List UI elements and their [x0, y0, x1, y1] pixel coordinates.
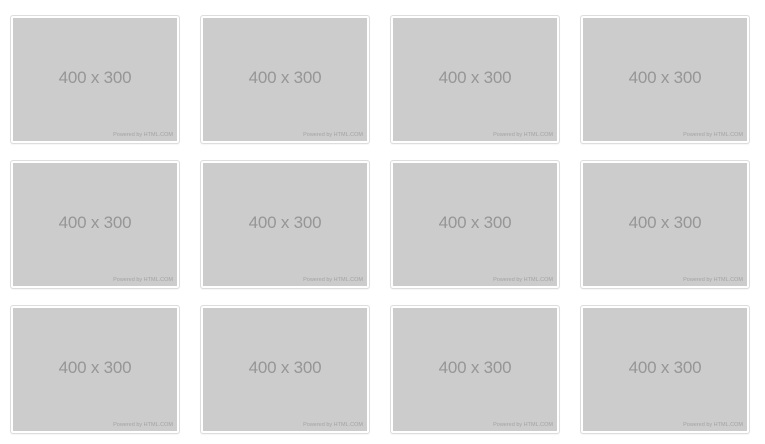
powered-by-credit: Powered by HTML.COM [493, 132, 553, 138]
thumbnail[interactable]: 400 x 300 Powered by HTML.COM [10, 160, 180, 289]
placeholder-image: 400 x 300 Powered by HTML.COM [393, 163, 557, 286]
powered-by-credit: Powered by HTML.COM [113, 132, 173, 138]
thumbnail[interactable]: 400 x 300 Powered by HTML.COM [390, 305, 560, 434]
thumbnail[interactable]: 400 x 300 Powered by HTML.COM [390, 15, 560, 144]
placeholder-image: 400 x 300 Powered by HTML.COM [583, 18, 747, 141]
placeholder-image: 400 x 300 Powered by HTML.COM [583, 308, 747, 431]
thumbnail[interactable]: 400 x 300 Powered by HTML.COM [580, 305, 750, 434]
image-size-label: 400 x 300 [628, 357, 702, 377]
placeholder-image: 400 x 300 Powered by HTML.COM [13, 163, 177, 286]
placeholder-image: 400 x 300 Powered by HTML.COM [203, 308, 367, 431]
image-size-label: 400 x 300 [58, 67, 132, 87]
powered-by-credit: Powered by HTML.COM [493, 277, 553, 283]
thumbnail[interactable]: 400 x 300 Powered by HTML.COM [200, 15, 370, 144]
image-size-label: 400 x 300 [58, 357, 132, 377]
placeholder-image: 400 x 300 Powered by HTML.COM [203, 163, 367, 286]
image-size-label: 400 x 300 [628, 67, 702, 87]
placeholder-image: 400 x 300 Powered by HTML.COM [393, 18, 557, 141]
thumbnail[interactable]: 400 x 300 Powered by HTML.COM [10, 15, 180, 144]
thumbnail[interactable]: 400 x 300 Powered by HTML.COM [580, 15, 750, 144]
placeholder-image: 400 x 300 Powered by HTML.COM [393, 308, 557, 431]
powered-by-credit: Powered by HTML.COM [493, 422, 553, 428]
powered-by-credit: Powered by HTML.COM [113, 277, 173, 283]
powered-by-credit: Powered by HTML.COM [303, 132, 363, 138]
image-size-label: 400 x 300 [248, 212, 322, 232]
thumbnail-gallery: 400 x 300 Powered by HTML.COM 400 x 300 … [10, 15, 750, 434]
image-size-label: 400 x 300 [438, 212, 512, 232]
image-size-label: 400 x 300 [438, 67, 512, 87]
thumbnail[interactable]: 400 x 300 Powered by HTML.COM [10, 305, 180, 434]
image-size-label: 400 x 300 [438, 357, 512, 377]
image-size-label: 400 x 300 [628, 212, 702, 232]
placeholder-image: 400 x 300 Powered by HTML.COM [583, 163, 747, 286]
powered-by-credit: Powered by HTML.COM [303, 422, 363, 428]
powered-by-credit: Powered by HTML.COM [683, 132, 743, 138]
thumbnail[interactable]: 400 x 300 Powered by HTML.COM [580, 160, 750, 289]
image-size-label: 400 x 300 [58, 212, 132, 232]
placeholder-image: 400 x 300 Powered by HTML.COM [13, 308, 177, 431]
powered-by-credit: Powered by HTML.COM [113, 422, 173, 428]
placeholder-image: 400 x 300 Powered by HTML.COM [13, 18, 177, 141]
image-size-label: 400 x 300 [248, 67, 322, 87]
thumbnail[interactable]: 400 x 300 Powered by HTML.COM [200, 305, 370, 434]
thumbnail[interactable]: 400 x 300 Powered by HTML.COM [200, 160, 370, 289]
powered-by-credit: Powered by HTML.COM [683, 277, 743, 283]
image-size-label: 400 x 300 [248, 357, 322, 377]
thumbnail[interactable]: 400 x 300 Powered by HTML.COM [390, 160, 560, 289]
powered-by-credit: Powered by HTML.COM [303, 277, 363, 283]
powered-by-credit: Powered by HTML.COM [683, 422, 743, 428]
placeholder-image: 400 x 300 Powered by HTML.COM [203, 18, 367, 141]
